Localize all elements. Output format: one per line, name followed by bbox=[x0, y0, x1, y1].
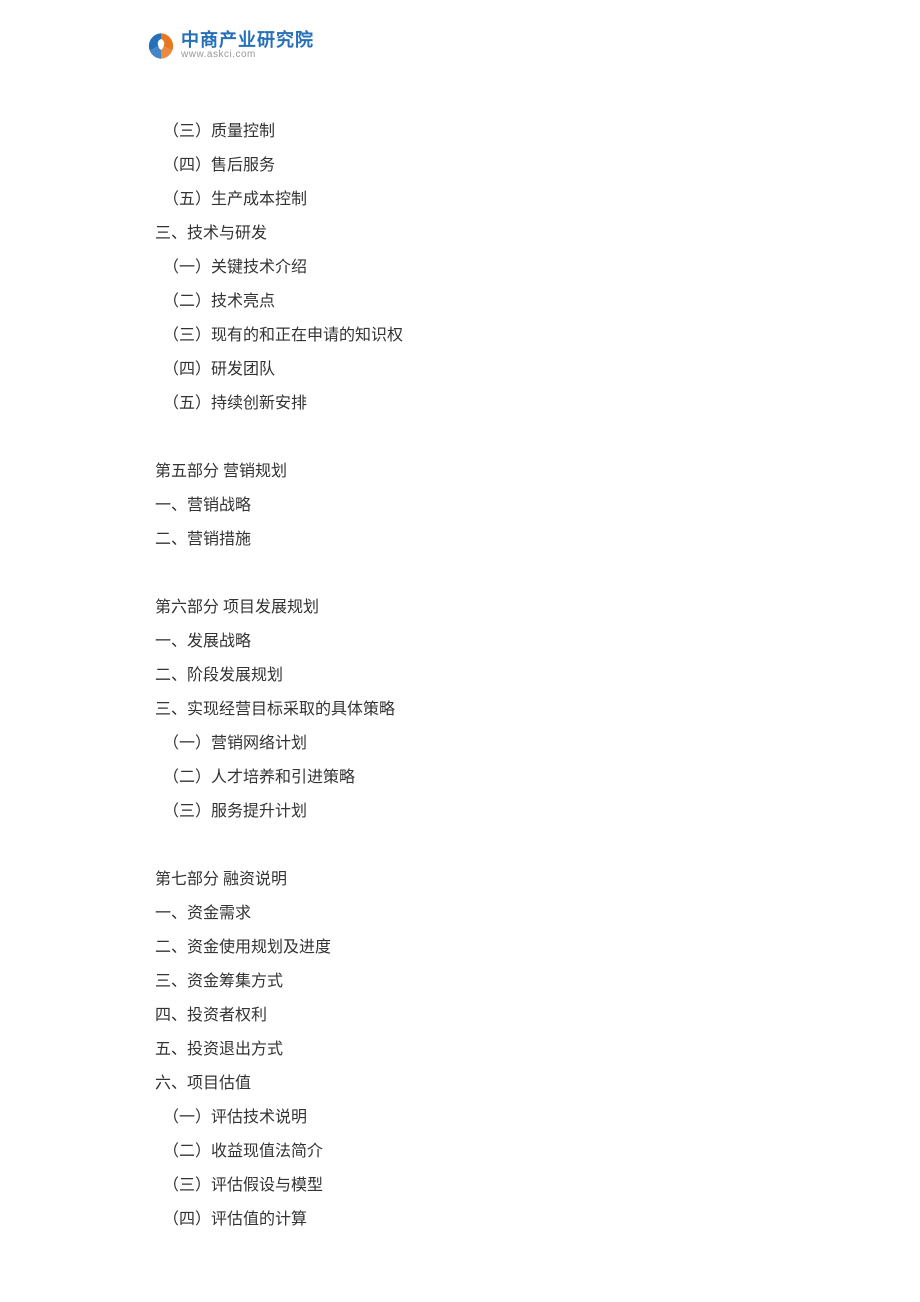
toc-sub-item: （二）技术亮点 bbox=[155, 285, 765, 319]
toc-sub-item: （二）收益现值法简介 bbox=[155, 1135, 765, 1169]
toc-item: 一、资金需求 bbox=[155, 897, 765, 931]
toc-item: 二、营销措施 bbox=[155, 523, 765, 557]
toc-sub-item: （四）售后服务 bbox=[155, 149, 765, 183]
toc-item: 第五部分 营销规划 bbox=[155, 455, 765, 489]
toc-sub-item: （三）评估假设与模型 bbox=[155, 1169, 765, 1203]
logo-text-block: 中商产业研究院 www.askci.com bbox=[181, 31, 314, 61]
toc-sub-item: （一）评估技术说明 bbox=[155, 1101, 765, 1135]
toc-sub-item: （三）服务提升计划 bbox=[155, 795, 765, 829]
toc-item: 二、阶段发展规划 bbox=[155, 659, 765, 693]
toc-sub-item: （四）研发团队 bbox=[155, 353, 765, 387]
logo-title: 中商产业研究院 bbox=[181, 31, 314, 49]
spacer bbox=[155, 829, 765, 863]
toc-sub-item: （四）评估值的计算 bbox=[155, 1203, 765, 1237]
toc-sub-item: （五）生产成本控制 bbox=[155, 183, 765, 217]
spacer bbox=[155, 557, 765, 591]
header-logo: 中商产业研究院 www.askci.com bbox=[145, 30, 314, 62]
document-content: （三）质量控制（四）售后服务（五）生产成本控制三、技术与研发（一）关键技术介绍（… bbox=[155, 115, 765, 1237]
spacer bbox=[155, 421, 765, 455]
toc-sub-item: （五）持续创新安排 bbox=[155, 387, 765, 421]
toc-item: 四、投资者权利 bbox=[155, 999, 765, 1033]
toc-sub-item: （三）现有的和正在申请的知识权 bbox=[155, 319, 765, 353]
toc-item: 一、发展战略 bbox=[155, 625, 765, 659]
logo-icon bbox=[145, 30, 177, 62]
toc-sub-item: （一）营销网络计划 bbox=[155, 727, 765, 761]
toc-item: 三、资金筹集方式 bbox=[155, 965, 765, 999]
toc-item: 五、投资退出方式 bbox=[155, 1033, 765, 1067]
toc-sub-item: （三）质量控制 bbox=[155, 115, 765, 149]
toc-item: 二、资金使用规划及进度 bbox=[155, 931, 765, 965]
toc-item: 第六部分 项目发展规划 bbox=[155, 591, 765, 625]
toc-item: 第七部分 融资说明 bbox=[155, 863, 765, 897]
toc-item: 三、技术与研发 bbox=[155, 217, 765, 251]
logo-url: www.askci.com bbox=[181, 49, 314, 61]
toc-item: 六、项目估值 bbox=[155, 1067, 765, 1101]
toc-sub-item: （二）人才培养和引进策略 bbox=[155, 761, 765, 795]
toc-item: 三、实现经营目标采取的具体策略 bbox=[155, 693, 765, 727]
toc-item: 一、营销战略 bbox=[155, 489, 765, 523]
toc-sub-item: （一）关键技术介绍 bbox=[155, 251, 765, 285]
